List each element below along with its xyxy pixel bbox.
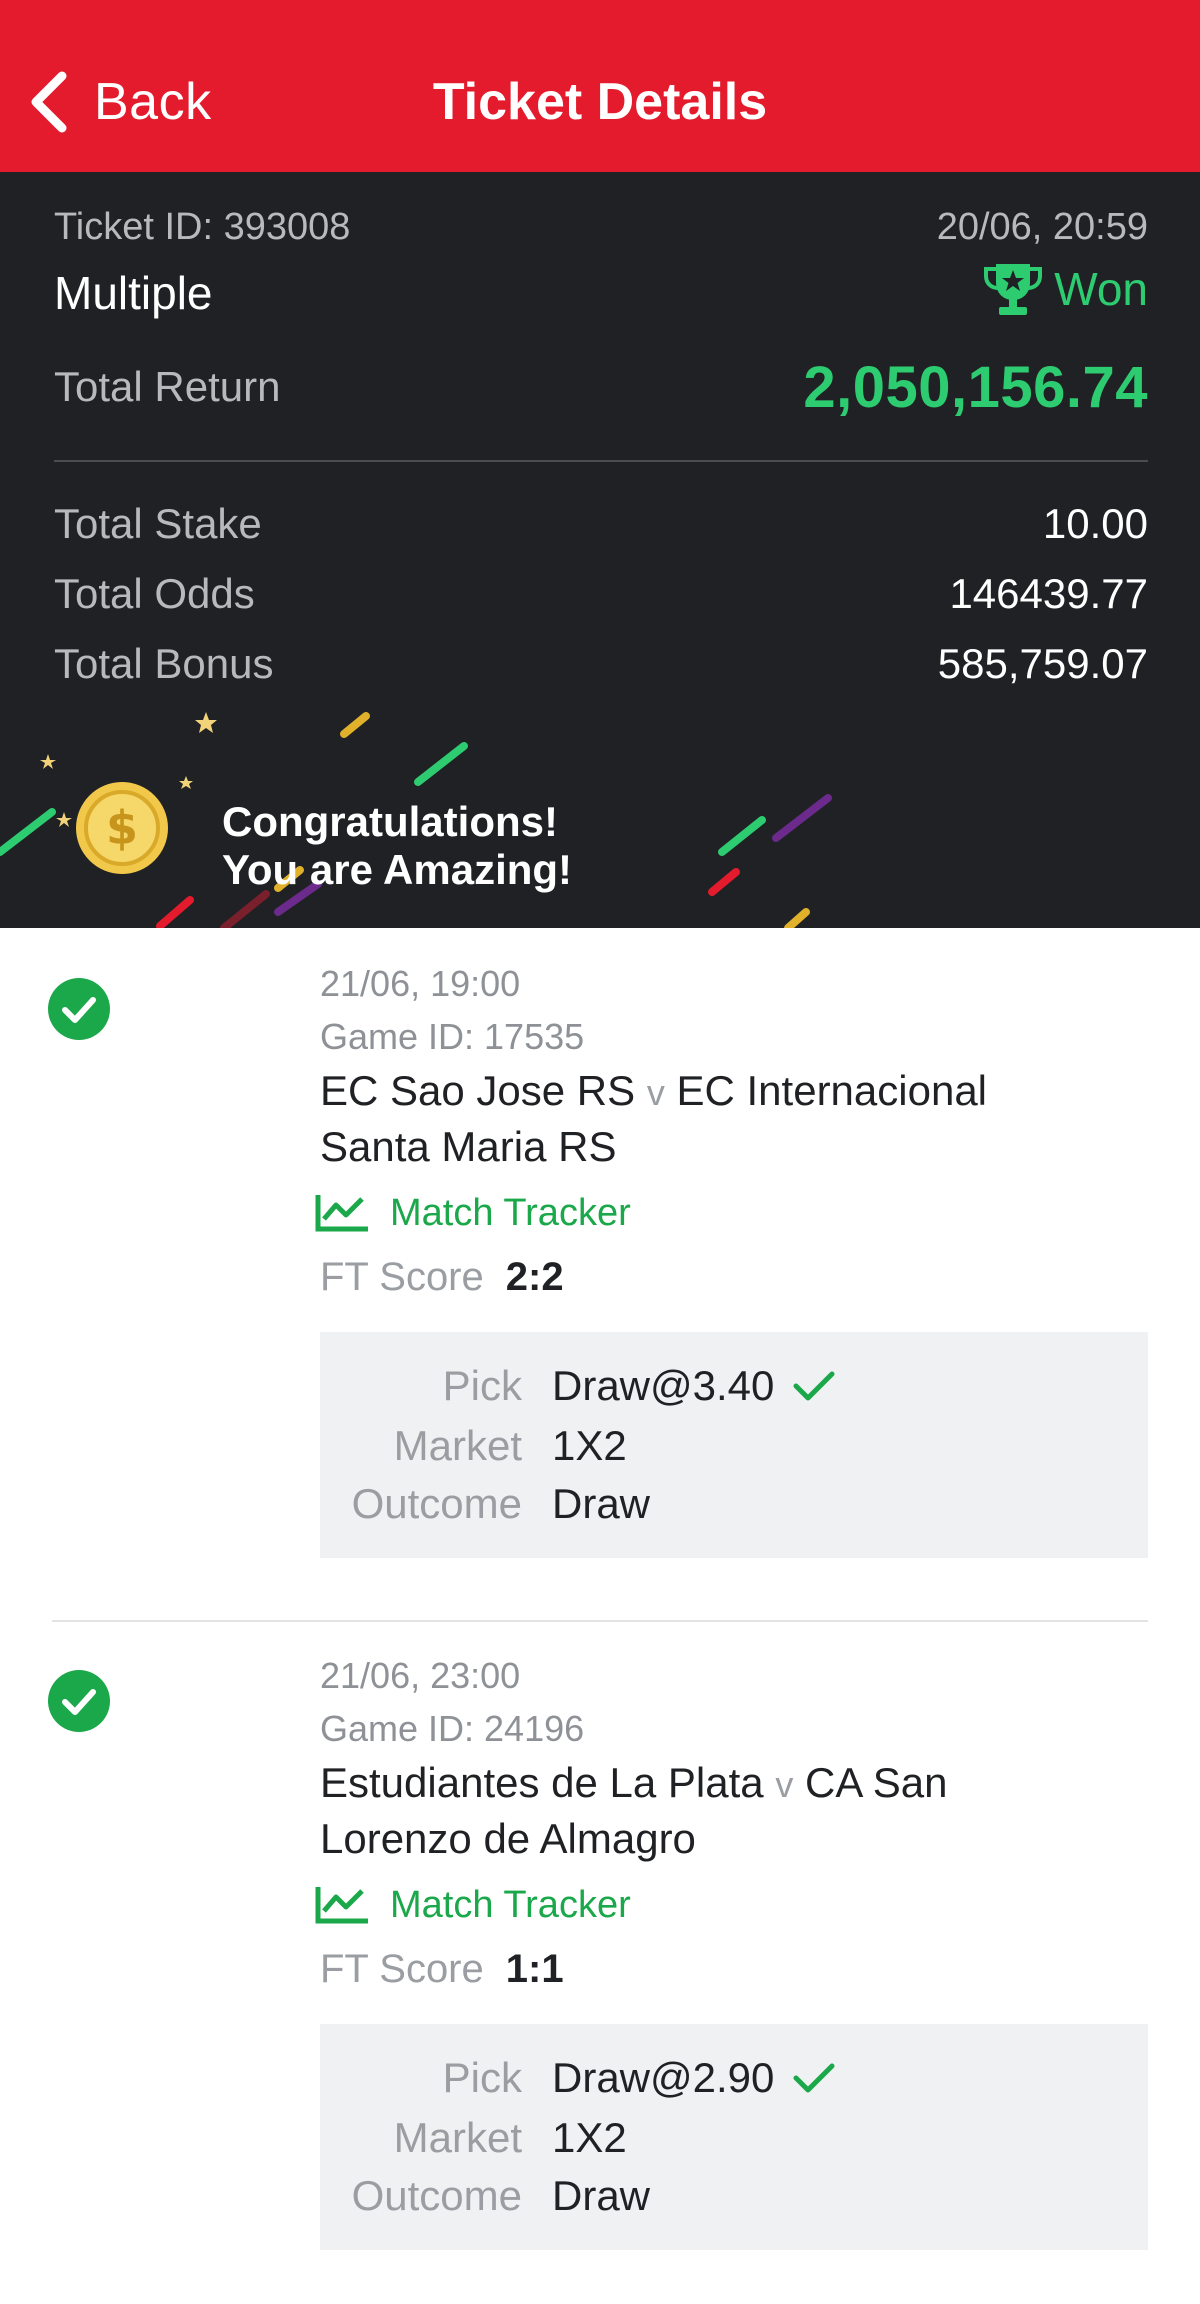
ticket-type: Multiple (54, 267, 213, 319)
market-label: Market (393, 2114, 522, 2161)
total-return-value: 2,050,156.74 (803, 354, 1148, 420)
status-label: Won (1054, 263, 1148, 315)
pick-row: Pick Draw@3.40 (320, 1356, 836, 1416)
total-bonus-row: Total Bonus 585,759.07 (54, 634, 1148, 694)
congrats-line-2: You are Amazing! (222, 846, 573, 893)
summary-divider (54, 460, 1148, 462)
pick-label: Pick (442, 2054, 522, 2101)
checkmark-icon (793, 1371, 835, 1401)
pick-box: Pick Draw@2.90 Market 1X2 Outcome Draw (320, 2024, 1148, 2250)
page-title: Ticket Details (432, 73, 768, 131)
market-row: Market 1X2 (320, 2108, 627, 2168)
ticket-id: Ticket ID: 393008 (54, 205, 351, 248)
confetti-decoration (0, 712, 832, 928)
match-tracker-label: Match Tracker (390, 1883, 631, 1926)
total-stake-label: Total Stake (54, 500, 262, 547)
outcome-label: Outcome (351, 1480, 522, 1527)
selection-divider (52, 1620, 1148, 1622)
match-tracker-link[interactable]: Match Tracker (315, 1184, 1148, 1242)
match-teams: EC Sao Jose RS v EC Internacional Santa … (320, 1064, 1148, 1174)
total-return-row: Total Return 2,050,156.74 (54, 352, 1148, 422)
line-chart-icon (315, 1195, 368, 1232)
congrats-banner: $ Congratulations! You are Amazing! (0, 702, 1200, 928)
pick-box: Pick Draw@3.40 Market 1X2 Outcome Draw (320, 1332, 1148, 1558)
ticket-datetime: 20/06, 20:59 (936, 205, 1148, 248)
ft-score-row: FT Score 1:1 (320, 1934, 1148, 2004)
total-odds-row: Total Odds 146439.77 (54, 564, 1148, 624)
line-chart-icon (315, 1887, 368, 1924)
away-team-cont: Lorenzo de Almagro (320, 1815, 696, 1862)
home-team: EC Sao Jose RS (320, 1067, 636, 1114)
ft-score-label: FT Score (320, 1946, 484, 1991)
ft-score-value: 1:1 (505, 1946, 564, 1991)
away-team-cont: Santa Maria RS (320, 1123, 617, 1170)
outcome-row: Outcome Draw (320, 1474, 650, 1534)
total-bonus-label: Total Bonus (54, 640, 274, 687)
outcome-row: Outcome Draw (320, 2166, 650, 2226)
top-bar: Back Ticket Details (0, 0, 1200, 172)
check-circle-icon (48, 978, 110, 1040)
away-team: EC Internacional (676, 1067, 988, 1114)
status-badge: Won (982, 260, 1148, 318)
match-tracker-link[interactable]: Match Tracker (315, 1876, 1148, 1934)
game-id: Game ID: 17535 (320, 1016, 585, 1057)
market-row: Market 1X2 (320, 1416, 627, 1476)
ft-score-label: FT Score (320, 1254, 484, 1299)
match-datetime: 21/06, 19:00 (320, 963, 521, 1004)
versus-label: v (775, 1764, 794, 1805)
match-teams: Estudiantes de La Plata v CA San Lorenzo… (320, 1756, 1148, 1866)
total-return-label: Total Return (54, 363, 281, 410)
home-team: Estudiantes de La Plata (320, 1759, 764, 1806)
outcome-label: Outcome (351, 2172, 522, 2219)
selection-details: 21/06, 23:00 Game ID: 24196 Estudiantes … (315, 1650, 1148, 2250)
svg-text:$: $ (106, 801, 138, 855)
ticket-summary: Ticket ID: 393008 20/06, 20:59 Multiple … (0, 172, 1200, 928)
checkmark-icon (793, 2063, 835, 2093)
trophy-icon (984, 264, 1043, 315)
match-datetime: 21/06, 23:00 (320, 1655, 521, 1696)
check-circle-icon (48, 1670, 110, 1732)
congrats-text: Congratulations! You are Amazing! (222, 798, 572, 894)
dollar-coin-icon: $ (76, 782, 168, 874)
pick-value: Draw@2.90 (552, 2054, 775, 2101)
pick-row: Pick Draw@2.90 (320, 2048, 836, 2108)
outcome-value: Draw (552, 2172, 651, 2219)
match-tracker-label: Match Tracker (390, 1191, 631, 1234)
ft-score-value: 2:2 (505, 1254, 564, 1299)
total-stake-value: 10.00 (1042, 500, 1148, 547)
total-odds-label: Total Odds (54, 570, 255, 617)
ticket-meta-row: Ticket ID: 393008 20/06, 20:59 (54, 202, 1148, 252)
congrats-line-1: Congratulations! (222, 798, 558, 845)
total-stake-row: Total Stake 10.00 (54, 494, 1148, 554)
pick-value: Draw@3.40 (552, 1362, 775, 1409)
versus-label: v (646, 1072, 665, 1113)
selection-details: 21/06, 19:00 Game ID: 17535 EC Sao Jose … (315, 958, 1148, 1558)
total-bonus-value: 585,759.07 (937, 640, 1148, 687)
away-team: CA San (805, 1759, 948, 1806)
total-odds-value: 146439.77 (949, 570, 1148, 617)
market-value: 1X2 (552, 2114, 627, 2161)
market-label: Market (393, 1422, 522, 1469)
market-value: 1X2 (552, 1422, 627, 1469)
outcome-value: Draw (552, 1480, 651, 1527)
ft-score-row: FT Score 2:2 (320, 1242, 1148, 1312)
game-id: Game ID: 24196 (320, 1708, 585, 1749)
pick-label: Pick (442, 1362, 522, 1409)
